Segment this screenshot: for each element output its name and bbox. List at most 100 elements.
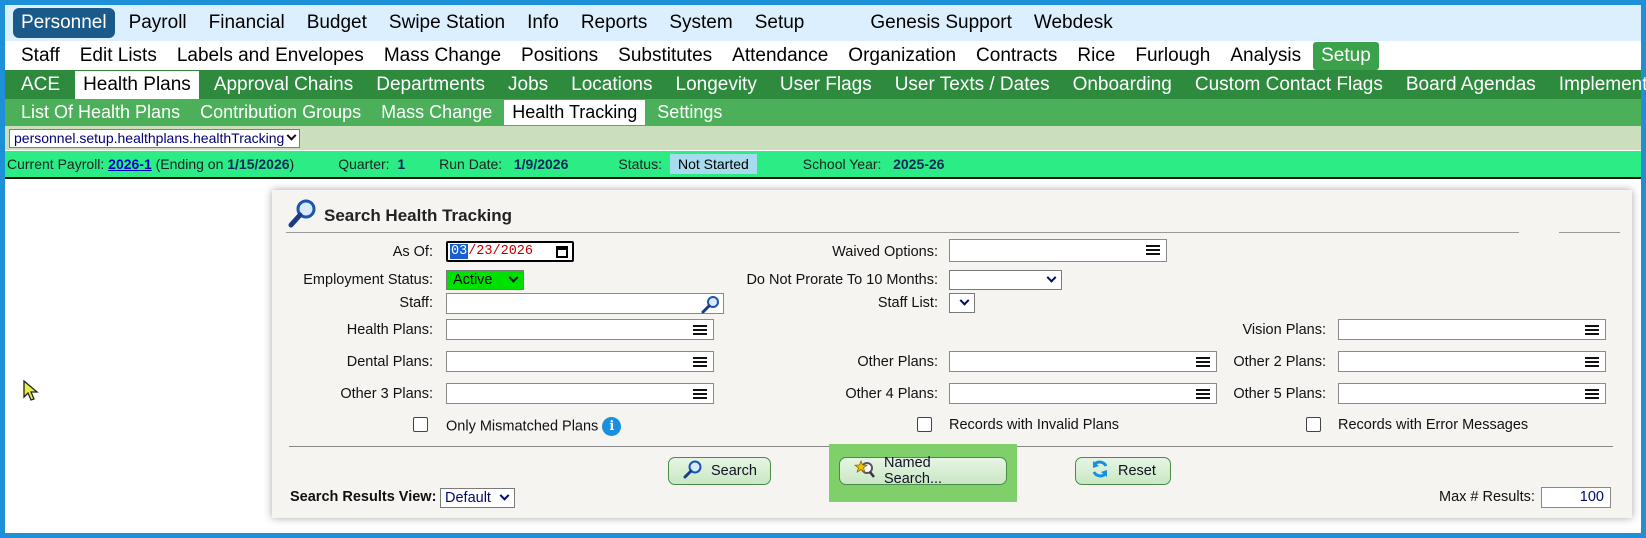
health-tracking[interactable]: Health Tracking xyxy=(504,100,646,125)
staff-search-icon[interactable] xyxy=(701,294,721,319)
nav-swipe-station[interactable]: Swipe Station xyxy=(381,8,513,38)
subnav-edit-lists[interactable]: Edit Lists xyxy=(72,42,165,70)
only-mismatched-checkbox[interactable] xyxy=(413,417,428,432)
results-view-value: Default xyxy=(445,490,491,506)
info-icon[interactable]: i xyxy=(602,417,622,436)
other4-plans-multiselect[interactable] xyxy=(949,383,1217,404)
other-plans-multiselect[interactable] xyxy=(949,351,1217,372)
setup-ace[interactable]: ACE xyxy=(13,71,68,99)
staff-input[interactable] xyxy=(446,293,724,314)
nav-system[interactable]: System xyxy=(661,8,740,38)
ending-on-label: (Ending on xyxy=(155,156,224,172)
other5-plans-multiselect[interactable] xyxy=(1338,383,1606,404)
subnav-furlough[interactable]: Furlough xyxy=(1127,42,1218,70)
calendar-icon[interactable] xyxy=(556,246,568,258)
nav-budget[interactable]: Budget xyxy=(299,8,375,38)
setup-longevity[interactable]: Longevity xyxy=(668,71,765,99)
subnav-analysis[interactable]: Analysis xyxy=(1222,42,1309,70)
menu-icon xyxy=(1585,357,1599,367)
prorate-select[interactable] xyxy=(949,270,1062,290)
results-view-select[interactable]: Default xyxy=(440,488,515,508)
employment-status-select[interactable]: Active xyxy=(446,270,524,290)
subnav-contracts[interactable]: Contracts xyxy=(968,42,1065,70)
payroll-link[interactable]: 2026-1 xyxy=(108,156,152,172)
refresh-icon xyxy=(1090,459,1110,483)
only-mismatched-label: Only Mismatched Plans xyxy=(446,418,599,435)
health-plans-nav: List Of Health Plans Contribution Groups… xyxy=(5,99,1641,126)
invalid-plans-checkbox[interactable] xyxy=(917,417,932,432)
setup-departments[interactable]: Departments xyxy=(368,71,493,99)
waived-options-multiselect[interactable] xyxy=(949,239,1167,262)
setup-board-agendas[interactable]: Board Agendas xyxy=(1398,71,1544,99)
subnav-positions[interactable]: Positions xyxy=(513,42,606,70)
health-plans-multiselect[interactable] xyxy=(446,319,714,340)
subnav-substitutes[interactable]: Substitutes xyxy=(610,42,720,70)
as-of-rest: /23/2026 xyxy=(468,244,534,259)
nav-genesis-support[interactable]: Genesis Support xyxy=(862,8,1020,38)
title-divider-right xyxy=(1559,232,1620,233)
staff-list-select[interactable] xyxy=(949,293,975,313)
subnav-setup[interactable]: Setup xyxy=(1313,41,1379,70)
search-button[interactable]: Search xyxy=(668,457,771,485)
vision-plans-multiselect[interactable] xyxy=(1338,319,1606,340)
max-results-input[interactable]: 100 xyxy=(1541,487,1611,508)
nav-personnel[interactable]: Personnel xyxy=(13,8,115,38)
health-contribution-groups[interactable]: Contribution Groups xyxy=(192,100,369,125)
school-year-label: School Year: xyxy=(802,156,882,172)
vision-plans-label: Vision Plans: xyxy=(1242,322,1326,338)
staff-list-label: Staff List: xyxy=(877,295,938,311)
setup-user-texts[interactable]: User Texts / Dates xyxy=(887,71,1058,99)
setup-nav: ACE Health Plans Approval Chains Departm… xyxy=(5,70,1646,99)
employment-status-value: Active xyxy=(453,272,493,288)
chevron-down-icon xyxy=(508,272,519,283)
nav-financial[interactable]: Financial xyxy=(201,8,293,38)
route-select[interactable]: personnel.setup.healthplans.healthTracki… xyxy=(9,128,301,148)
error-messages-checkbox[interactable] xyxy=(1306,417,1321,432)
setup-user-flags[interactable]: User Flags xyxy=(772,71,880,99)
setup-locations[interactable]: Locations xyxy=(563,71,660,99)
health-settings[interactable]: Settings xyxy=(649,100,730,125)
named-search-button[interactable]: Named Search... xyxy=(839,455,1007,487)
health-list[interactable]: List Of Health Plans xyxy=(13,100,188,125)
run-date-value: 1/9/2026 xyxy=(513,156,569,172)
reset-button[interactable]: Reset xyxy=(1075,457,1171,485)
search-title: Search Health Tracking xyxy=(324,205,513,225)
menu-icon xyxy=(1585,389,1599,399)
menu-icon xyxy=(1146,245,1160,255)
ending-date: 1/15/2026 xyxy=(227,156,290,172)
waived-options-label: Waived Options: xyxy=(832,244,938,260)
invalid-plans-label: Records with Invalid Plans xyxy=(949,417,1120,433)
setup-custom-contact-flags[interactable]: Custom Contact Flags xyxy=(1187,71,1391,99)
search-icon xyxy=(683,459,703,483)
health-plans-label: Health Plans: xyxy=(346,322,433,338)
dental-plans-label: Dental Plans: xyxy=(346,354,433,370)
other3-plans-multiselect[interactable] xyxy=(446,383,714,404)
setup-approval-chains[interactable]: Approval Chains xyxy=(206,71,361,99)
employment-status-label: Employment Status: xyxy=(303,272,433,288)
menu-icon xyxy=(1585,325,1599,335)
status-label: Status: xyxy=(618,156,662,172)
other3-plans-label: Other 3 Plans: xyxy=(340,386,433,402)
nav-reports[interactable]: Reports xyxy=(573,8,656,38)
payroll-status-bar: Current Payroll: 2026-1 (Ending on 1/15/… xyxy=(5,151,1641,177)
subnav-rice[interactable]: Rice xyxy=(1069,42,1123,70)
setup-jobs[interactable]: Jobs xyxy=(500,71,556,99)
health-mass-change[interactable]: Mass Change xyxy=(373,100,500,125)
ending-close: ) xyxy=(289,156,295,172)
setup-onboarding[interactable]: Onboarding xyxy=(1065,71,1180,99)
subnav-mass-change[interactable]: Mass Change xyxy=(376,42,509,70)
subnav-labels[interactable]: Labels and Envelopes xyxy=(169,42,372,70)
subnav-staff[interactable]: Staff xyxy=(13,42,68,70)
nav-payroll[interactable]: Payroll xyxy=(121,8,195,38)
nav-info[interactable]: Info xyxy=(519,8,567,38)
as-of-label: As Of: xyxy=(392,244,433,260)
nav-webdesk[interactable]: Webdesk xyxy=(1026,8,1121,38)
setup-implementation[interactable]: Implementation xyxy=(1551,71,1646,99)
as-of-date-input[interactable]: 03/23/2026 xyxy=(446,241,574,262)
subnav-organization[interactable]: Organization xyxy=(840,42,964,70)
setup-health-plans[interactable]: Health Plans xyxy=(75,70,199,99)
subnav-attendance[interactable]: Attendance xyxy=(724,42,836,70)
nav-setup[interactable]: Setup xyxy=(747,8,813,38)
dental-plans-multiselect[interactable] xyxy=(446,351,714,372)
other2-plans-multiselect[interactable] xyxy=(1338,351,1606,372)
